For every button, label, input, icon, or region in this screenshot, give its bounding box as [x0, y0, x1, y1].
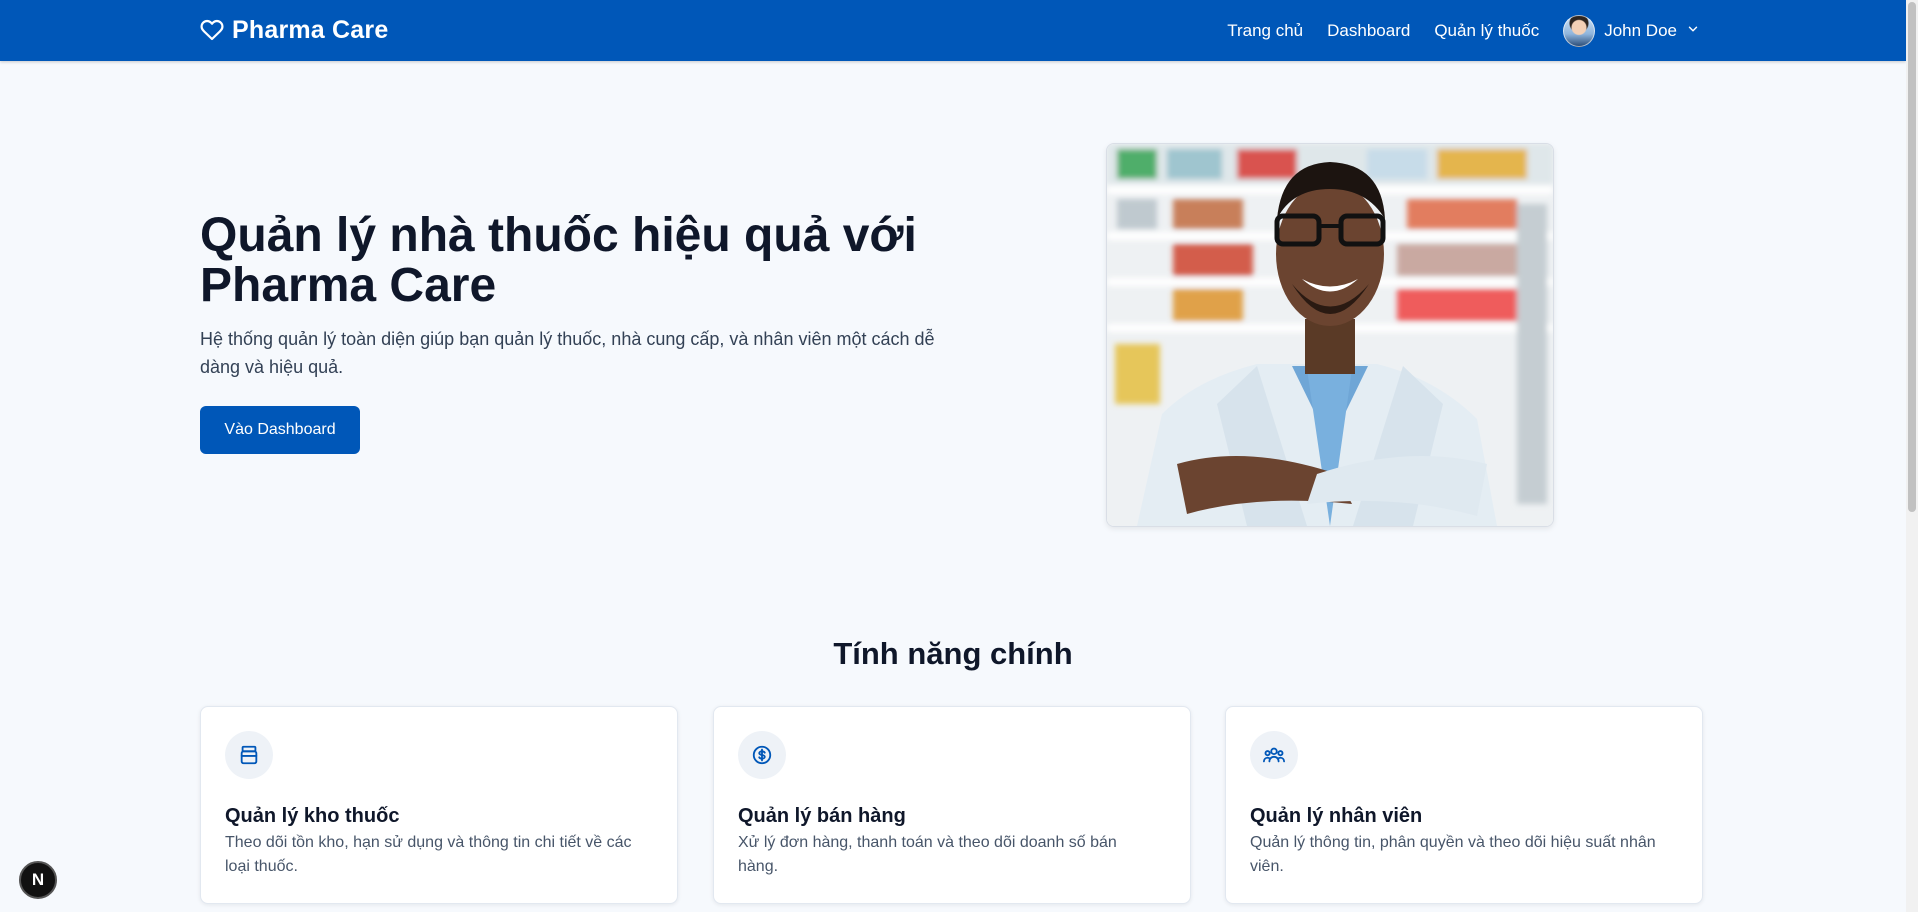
features-section-title: Tính năng chính [833, 636, 1073, 671]
page-scrollbar[interactable] [1906, 0, 1918, 912]
feature-description: Theo dõi tồn kho, hạn sử dụng và thông t… [225, 834, 632, 875]
hero-title: Quản lý nhà thuốc hiệu quả với Pharma Ca… [200, 209, 917, 312]
user-menu-button[interactable]: John Doe [1563, 14, 1700, 47]
feature-title: Quản lý kho thuốc [225, 805, 400, 827]
dashboard-cta-button[interactable]: Vào Dashboard [200, 406, 360, 454]
user-name: John Doe [1604, 20, 1677, 40]
heart-icon [200, 18, 224, 42]
feature-card-sales: Quản lý bán hàng Xử lý đơn hàng, thanh t… [713, 706, 1191, 904]
feature-description: Quản lý thông tin, phân quyền và theo dõ… [1250, 834, 1656, 875]
users-icon [1250, 731, 1298, 779]
nav-link-home[interactable]: Trang chủ [1227, 21, 1303, 41]
scrollbar-thumb[interactable] [1908, 2, 1916, 512]
hero-description: Hệ thống quản lý toàn diện giúp bạn quản… [200, 329, 935, 377]
pharmacist-hero-image [1106, 143, 1554, 527]
nav-links: Trang chủ Dashboard Quản lý thuốc John D… [1227, 0, 1700, 61]
dollar-circle-icon [738, 731, 786, 779]
top-navbar: Pharma Care Trang chủ Dashboard Quản lý … [0, 0, 1906, 61]
brand-logo-link[interactable]: Pharma Care [200, 14, 388, 46]
feature-title: Quản lý nhân viên [1250, 805, 1423, 827]
dev-tools-badge[interactable]: N [19, 861, 57, 899]
feature-title: Quản lý bán hàng [738, 805, 906, 827]
feature-card-inventory: Quản lý kho thuốc Theo dõi tồn kho, hạn … [200, 706, 678, 904]
avatar [1563, 14, 1596, 47]
feature-description: Xử lý đơn hàng, thanh toán và theo dõi d… [738, 834, 1117, 875]
nav-link-dashboard[interactable]: Dashboard [1327, 21, 1410, 41]
feature-card-staff: Quản lý nhân viên Quản lý thông tin, phâ… [1225, 706, 1703, 904]
pill-bottle-icon [225, 731, 273, 779]
chevron-down-icon [1686, 21, 1700, 41]
brand-name: Pharma Care [232, 15, 389, 44]
nav-link-medicine-management[interactable]: Quản lý thuốc [1434, 21, 1539, 41]
